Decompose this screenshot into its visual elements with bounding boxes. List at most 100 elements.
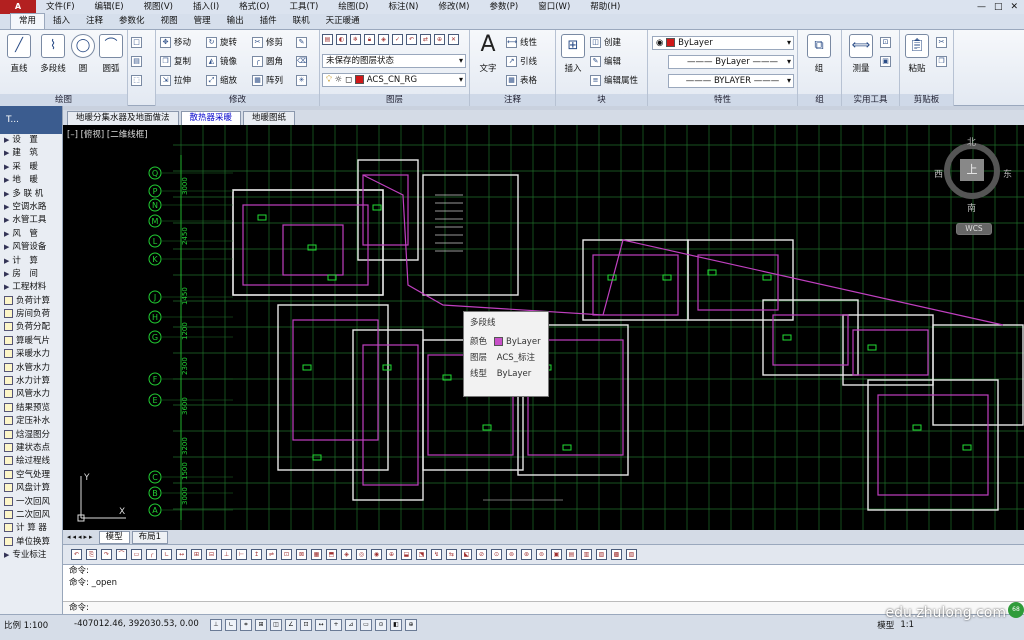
drafting-toggle-button[interactable]: ∟ xyxy=(225,619,237,631)
tarch-tool-icon[interactable]: ◉ xyxy=(371,549,382,560)
tarch-tool-icon[interactable]: ⎘ xyxy=(86,549,97,560)
tool-palette-item[interactable]: 风管水力 xyxy=(0,388,62,401)
lineweight-combo[interactable]: ——— BYLAYER ——— xyxy=(668,74,794,88)
tarch-tool-icon[interactable]: ⬓ xyxy=(401,549,412,560)
arc-tool[interactable]: ⌒ 圆弧 xyxy=(96,34,126,74)
tarch-tool-icon[interactable]: ⬕ xyxy=(461,549,472,560)
hatch-tool[interactable]: ▤ xyxy=(131,55,145,70)
tool-palette-item[interactable]: 计 算 器 xyxy=(0,522,62,535)
layer-state-combo[interactable]: 未保存的图层状态 xyxy=(322,54,466,68)
menu-item[interactable]: 编辑(E) xyxy=(85,0,134,14)
tool-palette-item[interactable]: 风盘计算 xyxy=(0,482,62,495)
tarch-tool-icon[interactable]: ⬔ xyxy=(416,549,427,560)
tool-palette-item[interactable]: 建状态点 xyxy=(0,442,62,455)
layer-freeze-icon[interactable]: ❄ xyxy=(350,34,361,45)
tarch-tool-icon[interactable]: ⊟ xyxy=(206,549,217,560)
tarch-tool-icon[interactable]: ⊜ xyxy=(536,549,547,560)
tool-palette-item[interactable]: 负荷计算 xyxy=(0,295,62,308)
menu-item[interactable]: 文件(F) xyxy=(36,0,85,14)
tarch-tool-icon[interactable]: ⌒ xyxy=(116,549,127,560)
text-tool[interactable]: A 文字 xyxy=(473,34,503,75)
tool-palette-item[interactable]: 单位换算 xyxy=(0,536,62,549)
menu-item[interactable]: 绘图(D) xyxy=(328,0,378,14)
tarch-tool-icon[interactable]: ↥ xyxy=(251,549,262,560)
menu-item[interactable]: 窗口(W) xyxy=(528,0,580,14)
groups-panel-title[interactable]: 组 xyxy=(798,94,841,106)
viewcube-west[interactable]: 西 xyxy=(934,167,943,180)
scale-tool[interactable]: ⤢ 缩放 xyxy=(206,74,237,89)
close-button[interactable]: ✕ xyxy=(1010,2,1018,12)
drawing-canvas[interactable]: Q P N M L K J H G F E C B A 3000 2450 1450 1200 2300 3600 32… xyxy=(63,125,1024,530)
drafting-toggle-button[interactable]: ◧ xyxy=(390,619,402,631)
tool-palette-item[interactable]: 房间负荷 xyxy=(0,308,62,321)
layer-on-icon[interactable]: ◐ xyxy=(336,34,347,45)
ribbon-tab[interactable]: 天正暖通 xyxy=(318,14,368,29)
layer-prev-icon[interactable]: ↶ xyxy=(406,34,417,45)
edit-attributes-tool[interactable]: ≡ 编辑属性 xyxy=(590,74,638,89)
menu-item[interactable]: 修改(M) xyxy=(428,0,479,14)
tarch-tool-icon[interactable]: ⊠ xyxy=(296,549,307,560)
viewcube[interactable]: 上 北 南 西 东 xyxy=(934,135,1012,215)
tool-palette-item[interactable]: ▶ 多 联 机 xyxy=(0,188,62,201)
leader-tool[interactable]: ↗ 引线 xyxy=(506,55,537,70)
tab-layout1[interactable]: 布局1 xyxy=(131,530,169,544)
tarch-tool-icon[interactable]: ⬒ xyxy=(326,549,337,560)
draw-panel-title[interactable]: 绘图 xyxy=(0,94,127,106)
tarch-tool-icon[interactable]: ▧ xyxy=(626,549,637,560)
tarch-tool-icon[interactable]: ▣ xyxy=(551,549,562,560)
tarch-tool-icon[interactable]: ▨ xyxy=(596,549,607,560)
tarch-tool-icon[interactable]: ⊕ xyxy=(386,549,397,560)
drafting-toggle-button[interactable]: ⊡ xyxy=(300,619,312,631)
annoscale-label[interactable]: 1:1 xyxy=(900,620,914,630)
brush-tool[interactable]: ✎ xyxy=(296,36,310,51)
ribbon-tab[interactable]: 输出 xyxy=(219,14,252,29)
tool-palette-item[interactable]: ▶ 风管设备 xyxy=(0,241,62,254)
table-tool[interactable]: ▦ 表格 xyxy=(506,74,537,89)
polyline-tool[interactable]: ⌇ 多段线 xyxy=(36,34,70,74)
copy-clip-tool[interactable]: ❐ xyxy=(936,55,950,70)
tarch-tool-icon[interactable]: ⊢ xyxy=(236,549,247,560)
application-menu-button[interactable]: A xyxy=(0,0,36,14)
document-tab[interactable]: 地暖分集水器及地面做法 xyxy=(67,111,179,125)
array-tool[interactable]: ▦ 阵列 xyxy=(252,74,283,89)
drafting-toggle-button[interactable]: ⊿ xyxy=(345,619,357,631)
tarch-tool-icon[interactable]: ⊘ xyxy=(476,549,487,560)
tarch-tool-icon[interactable]: ⇆ xyxy=(446,549,457,560)
menu-item[interactable]: 工具(T) xyxy=(279,0,328,14)
region-tool[interactable]: ⬚ xyxy=(131,74,145,89)
tool-palette-item[interactable]: 算暖气片 xyxy=(0,335,62,348)
drafting-toggle-button[interactable]: ↔ xyxy=(315,619,327,631)
layer-match-icon[interactable]: ✓ xyxy=(392,34,403,45)
tarch-tool-icon[interactable]: ▩ xyxy=(611,549,622,560)
tool-palette-item[interactable]: ▶ 水管工具 xyxy=(0,214,62,227)
tool-palette-item[interactable]: ▶ 采 暖 xyxy=(0,161,62,174)
tarch-tool-icon[interactable]: ↷ xyxy=(101,549,112,560)
tarch-tool-icon[interactable]: ⊙ xyxy=(491,549,502,560)
ribbon-tab[interactable]: 常用 xyxy=(10,13,46,29)
tarch-tool-icon[interactable]: ⊚ xyxy=(506,549,517,560)
drafting-toggle-button[interactable]: ⊙ xyxy=(375,619,387,631)
linear-dim-tool[interactable]: ⟷ 线性 xyxy=(506,36,537,51)
tool-palette-item[interactable]: 水力计算 xyxy=(0,375,62,388)
ribbon-tab[interactable]: 插入 xyxy=(45,14,78,29)
measure-tool[interactable]: ⟺ 测量 xyxy=(846,34,876,74)
tarch-tool-icon[interactable]: ⊞ xyxy=(191,549,202,560)
drafting-toggle-button[interactable]: ◫ xyxy=(270,619,282,631)
tool-palette-item[interactable]: ▶ 风 管 xyxy=(0,228,62,241)
tarch-tool-icon[interactable]: ∟ xyxy=(161,549,172,560)
cursor-coordinates[interactable]: -407012.46, 392030.53, 0.00 xyxy=(74,619,199,629)
block-panel-title[interactable]: 块 xyxy=(556,94,647,106)
layer-delete-icon[interactable]: ✕ xyxy=(448,34,459,45)
tarch-tool-icon[interactable]: ◎ xyxy=(356,549,367,560)
ribbon-tab[interactable]: 插件 xyxy=(252,14,285,29)
tool-palette-item[interactable]: ▶ 专业标注 xyxy=(0,549,62,562)
tool-palette-item[interactable]: 结果预览 xyxy=(0,402,62,415)
menu-item[interactable]: 插入(I) xyxy=(183,0,229,14)
menu-item[interactable]: 格式(O) xyxy=(229,0,279,14)
drafting-toggle-button[interactable]: ⌗ xyxy=(240,619,252,631)
tool-palette-item[interactable]: 定压补水 xyxy=(0,415,62,428)
layer-lock-icon[interactable]: 🔒︎ xyxy=(364,34,375,45)
erase-tool[interactable]: ⌫ xyxy=(296,55,310,70)
viewcube-north[interactable]: 北 xyxy=(967,135,976,148)
layer-iso-icon[interactable]: ◈ xyxy=(378,34,389,45)
